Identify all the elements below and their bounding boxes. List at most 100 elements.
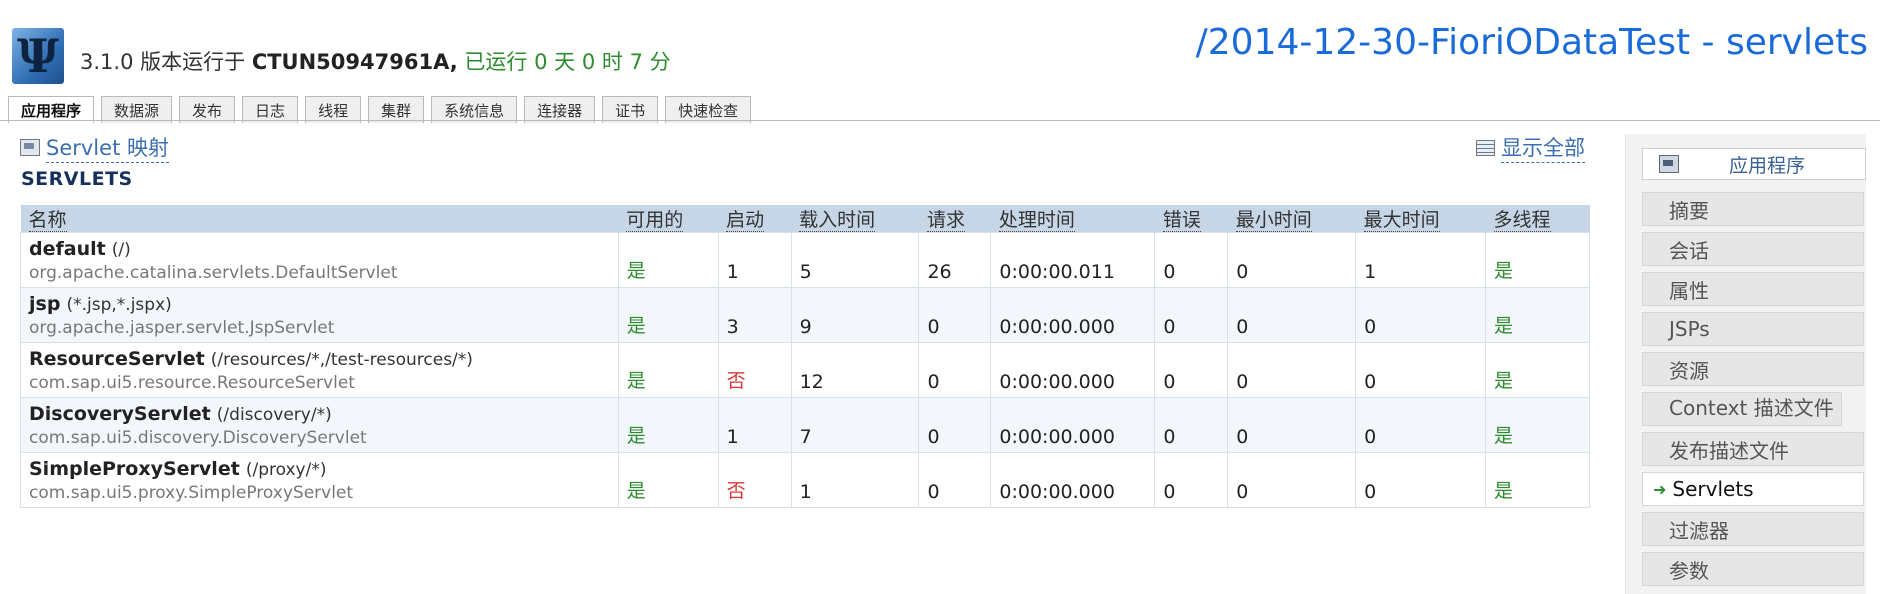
servlet-name-cell: ResourceServlet (/resources/*,/test-reso…	[20, 342, 619, 398]
sidebar-item-parameters[interactable]: 参数	[1642, 552, 1864, 586]
sidebar: 应用程序 摘要 会话 属性 JSPs 资源 Context 描述文件 发布描述文…	[1625, 134, 1866, 594]
requests-cell: 0	[918, 342, 992, 398]
servlet-mapping-link[interactable]: Servlet 映射	[46, 132, 169, 163]
col-header-startup[interactable]: 启动	[718, 205, 792, 233]
col-header-name[interactable]: 名称	[20, 205, 619, 233]
max-time-cell: 0	[1355, 342, 1487, 398]
host-name: CTUN50947961A,	[251, 50, 458, 74]
errors-cell: 0	[1154, 232, 1229, 288]
servlets-section-title: SERVLETS	[21, 168, 133, 190]
servlet-name-cell: DiscoveryServlet (/discovery/*) com.sap.…	[20, 397, 619, 453]
min-time-cell: 0	[1227, 287, 1357, 343]
server-status: 3.1.0 版本运行于 CTUN50947961A, 已运行 0 天 0 时 7…	[80, 46, 671, 76]
sidebar-item-summary[interactable]: 摘要	[1642, 192, 1864, 226]
tabs-divider	[0, 120, 1880, 121]
table-row: jsp (*.jsp,*.jspx) org.apache.jasper.ser…	[20, 287, 1590, 343]
application-icon	[1659, 155, 1679, 173]
show-all-link[interactable]: 显示全部	[1501, 132, 1585, 163]
servlet-class: com.sap.ui5.resource.ResourceServlet	[29, 373, 355, 393]
table-row: default (/) org.apache.catalina.servlets…	[20, 232, 1590, 288]
tab-quick-check[interactable]: 快速检查	[665, 96, 752, 123]
load-time-cell: 12	[790, 342, 920, 398]
tab-deploy[interactable]: 发布	[179, 96, 236, 123]
startup-cell: 否	[717, 342, 792, 398]
servlet-pattern: (/)	[111, 240, 131, 260]
processing-time-cell: 0:00:00.000	[990, 342, 1156, 398]
sidebar-item-sessions[interactable]: 会话	[1642, 232, 1864, 266]
col-header-min-time[interactable]: 最小时间	[1227, 205, 1356, 233]
processing-time-cell: 0:00:00.000	[990, 287, 1156, 343]
multithreaded-cell: 是	[1485, 397, 1590, 453]
sidebar-item-servlets[interactable]: ➜ Servlets	[1642, 472, 1864, 506]
page-title: /2014-12-30-FioriODataTest - servlets	[1195, 22, 1868, 63]
processing-time-cell: 0:00:00.011	[990, 232, 1156, 288]
col-header-load-time[interactable]: 载入时间	[791, 205, 919, 233]
list-icon	[1476, 139, 1495, 156]
servlet-name[interactable]: default	[29, 238, 106, 260]
servlet-name-cell: default (/) org.apache.catalina.servlets…	[20, 232, 619, 288]
tab-connectors[interactable]: 连接器	[524, 96, 596, 123]
servlet-name-cell: SimpleProxyServlet (/proxy/*) com.sap.ui…	[20, 452, 619, 508]
app-logo[interactable]: Ψ	[12, 28, 64, 84]
col-header-max-time[interactable]: 最大时间	[1355, 205, 1486, 233]
servlet-mapping-header: Servlet 映射	[20, 132, 169, 163]
tab-certificates[interactable]: 证书	[602, 96, 659, 123]
tab-threads[interactable]: 线程	[305, 96, 362, 123]
load-time-cell: 9	[790, 287, 920, 343]
sidebar-header[interactable]: 应用程序	[1642, 148, 1866, 180]
requests-cell: 0	[918, 397, 992, 453]
servlet-pattern: (*.jsp,*.jspx)	[66, 295, 172, 315]
errors-cell: 0	[1154, 452, 1229, 508]
errors-cell: 0	[1154, 397, 1229, 453]
sidebar-item-context-descriptor[interactable]: Context 描述文件	[1642, 392, 1842, 426]
servlet-name[interactable]: SimpleProxyServlet	[29, 458, 240, 480]
running-on-label: 版本运行于	[140, 50, 246, 74]
col-header-multithreaded[interactable]: 多线程	[1485, 205, 1590, 233]
sidebar-item-jsps[interactable]: JSPs	[1642, 312, 1864, 346]
tab-cluster[interactable]: 集群	[368, 96, 425, 123]
servlet-pattern: (/discovery/*)	[216, 405, 332, 425]
multithreaded-cell: 是	[1485, 342, 1590, 398]
uptime-minutes: 7	[629, 50, 643, 74]
tab-applications[interactable]: 应用程序	[8, 96, 95, 123]
uptime-days: 0	[534, 50, 548, 74]
servlet-name-cell: jsp (*.jsp,*.jspx) org.apache.jasper.ser…	[20, 287, 619, 343]
sidebar-header-label: 应用程序	[1729, 154, 1806, 177]
servlet-pattern: (/resources/*,/test-resources/*)	[210, 350, 473, 370]
col-header-available[interactable]: 可用的	[618, 205, 719, 233]
show-all-header: 显示全部	[1476, 132, 1585, 163]
col-header-requests[interactable]: 请求	[918, 205, 991, 233]
available-cell: 是	[617, 452, 719, 508]
servlet-name[interactable]: DiscoveryServlet	[29, 403, 211, 425]
main-tabs: 应用程序 数据源 发布 日志 线程 集群 系统信息 连接器 证书 快速检查	[8, 96, 752, 123]
min-time-cell: 0	[1227, 232, 1357, 288]
tab-system-info[interactable]: 系统信息	[431, 96, 518, 123]
startup-cell: 3	[717, 287, 792, 343]
sidebar-item-attributes[interactable]: 属性	[1642, 272, 1864, 306]
version: 3.1.0	[80, 50, 134, 74]
tab-datasources[interactable]: 数据源	[101, 96, 173, 123]
servlet-name[interactable]: ResourceServlet	[29, 348, 205, 370]
processing-time-cell: 0:00:00.000	[990, 397, 1156, 453]
servlet-class: com.sap.ui5.discovery.DiscoveryServlet	[29, 428, 367, 448]
servlet-pattern: (/proxy/*)	[245, 460, 327, 480]
servlet-class: org.apache.catalina.servlets.DefaultServ…	[29, 263, 398, 283]
available-cell: 是	[617, 397, 719, 453]
errors-cell: 0	[1154, 287, 1229, 343]
sidebar-item-filters[interactable]: 过滤器	[1642, 512, 1864, 546]
psi-logo-icon: Ψ	[16, 29, 59, 83]
uptime-hours: 0	[581, 50, 596, 74]
uptime-label: 已运行	[464, 50, 528, 74]
tab-logs[interactable]: 日志	[242, 96, 299, 123]
sidebar-item-resources[interactable]: 资源	[1642, 352, 1864, 386]
available-cell: 是	[617, 342, 719, 398]
load-time-cell: 5	[790, 232, 920, 288]
max-time-cell: 0	[1355, 287, 1487, 343]
startup-cell: 1	[717, 232, 792, 288]
col-header-errors[interactable]: 错误	[1154, 205, 1228, 233]
minutes-label: 分	[649, 50, 671, 74]
sidebar-item-deployment-descriptor[interactable]: 发布描述文件	[1642, 432, 1864, 466]
multithreaded-cell: 是	[1485, 452, 1590, 508]
col-header-processing-time[interactable]: 处理时间	[990, 205, 1155, 233]
servlet-name[interactable]: jsp	[29, 293, 60, 315]
